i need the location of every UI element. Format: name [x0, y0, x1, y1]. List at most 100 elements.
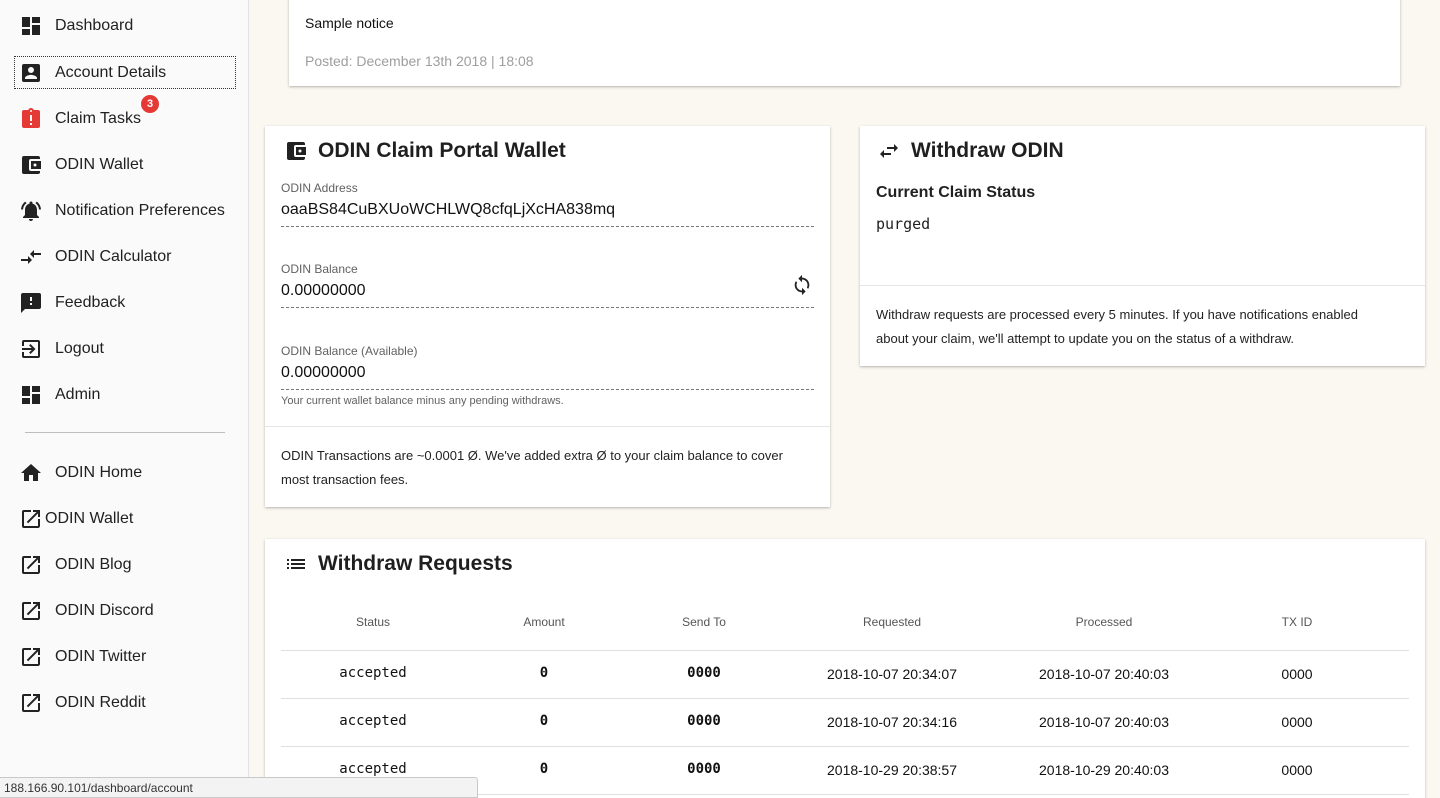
- withdraw-card: Withdraw ODIN Current Claim Status purge…: [860, 126, 1425, 366]
- sidebar-item-dashboard[interactable]: Dashboard: [15, 10, 235, 41]
- table-row-divider: [281, 746, 1409, 747]
- cell-status: accepted: [339, 665, 407, 681]
- sidebar-item-claim-tasks[interactable]: Claim Tasks 3: [15, 93, 235, 134]
- swap-arrows-icon: [877, 139, 911, 163]
- cell-amount: 0: [539, 713, 549, 729]
- dashboard-icon: [18, 13, 44, 39]
- cell-tx-id: 0000: [1281, 714, 1313, 730]
- wallet-icon: [18, 152, 44, 178]
- column-header-requested[interactable]: Requested: [863, 615, 921, 629]
- sidebar-item-feedback[interactable]: Feedback: [15, 287, 235, 318]
- wallet-card: ODIN Claim Portal Wallet ODIN Address oa…: [265, 126, 830, 507]
- sidebar-item-admin[interactable]: Admin: [15, 379, 235, 410]
- cell-status: accepted: [339, 713, 407, 729]
- claim-tasks-badge: 3: [139, 93, 161, 115]
- withdraw-footer-line-1: Withdraw requests are processed every 5 …: [876, 307, 1358, 322]
- odin-balance-field[interactable]: 0.00000000: [281, 282, 366, 300]
- odin-balance-underline: [281, 307, 814, 308]
- sidebar-link-label: ODIN Wallet: [45, 509, 134, 527]
- sidebar-link-odin-wallet[interactable]: ODIN Wallet: [15, 503, 235, 534]
- withdraw-title-text: Withdraw ODIN: [911, 139, 1064, 162]
- column-header-status[interactable]: Status: [356, 615, 390, 629]
- exit-icon: [18, 336, 44, 362]
- cell-tx-id: 0000: [1281, 762, 1313, 778]
- column-header-send-to[interactable]: Send To: [682, 615, 726, 629]
- withdraw-footer-text: Withdraw requests are processed every 5 …: [876, 303, 1358, 351]
- sidebar-link-odin-blog[interactable]: ODIN Blog: [15, 549, 235, 580]
- sidebar-item-label: Notification Preferences: [55, 201, 225, 219]
- notice-card: Sample notice Posted: December 13th 2018…: [289, 0, 1400, 86]
- column-header-tx-id[interactable]: TX ID: [1282, 615, 1313, 629]
- sidebar-item-label: Feedback: [55, 293, 126, 311]
- column-header-processed[interactable]: Processed: [1076, 615, 1133, 629]
- sidebar-link-label: ODIN Reddit: [55, 693, 146, 711]
- sidebar-item-odin-wallet[interactable]: ODIN Wallet: [15, 149, 235, 180]
- refresh-icon[interactable]: [791, 274, 813, 296]
- table-row-divider: [281, 698, 1409, 699]
- claim-status-value: purged: [876, 215, 931, 233]
- bell-ring-icon: [18, 198, 44, 224]
- sidebar-item-notification-preferences[interactable]: Notification Preferences: [15, 195, 235, 226]
- cell-send-to: 0000: [687, 665, 721, 681]
- wallet-title-text: ODIN Claim Portal Wallet: [318, 139, 566, 162]
- sidebar-link-label: ODIN Discord: [55, 601, 154, 619]
- cell-send-to: 0000: [687, 713, 721, 729]
- cell-processed: 2018-10-07 20:40:03: [1039, 666, 1169, 682]
- cell-tx-id: 0000: [1281, 666, 1313, 682]
- sidebar-divider: [25, 432, 225, 433]
- withdraw-card-title: Withdraw ODIN: [877, 139, 1064, 163]
- dashboard-icon: [18, 382, 44, 408]
- cell-processed: 2018-10-07 20:40:03: [1039, 714, 1169, 730]
- account-box-icon: [18, 60, 44, 86]
- odin-balance-available-label: ODIN Balance (Available): [281, 344, 418, 358]
- sidebar-link-odin-home[interactable]: ODIN Home: [15, 457, 235, 488]
- odin-balance-available-field[interactable]: 0.00000000: [281, 364, 366, 382]
- cell-status: accepted: [339, 761, 407, 777]
- wallet-card-divider: [265, 426, 830, 427]
- feedback-icon: [18, 290, 44, 316]
- cell-requested: 2018-10-29 20:38:57: [827, 762, 957, 778]
- odin-address-field[interactable]: oaaBS84CuBXUoWCHLWQ8cfqLjXcHA838mq: [281, 201, 615, 219]
- sidebar-item-label: ODIN Calculator: [55, 247, 172, 265]
- sidebar: Dashboard Account Details Claim Tasks 3 …: [0, 0, 249, 798]
- external-link-icon: [18, 506, 44, 532]
- sidebar-item-logout[interactable]: Logout: [15, 333, 235, 364]
- odin-address-label: ODIN Address: [281, 181, 358, 195]
- column-header-amount[interactable]: Amount: [523, 615, 564, 629]
- sidebar-link-label: ODIN Blog: [55, 555, 132, 573]
- withdraw-requests-title: Withdraw Requests: [284, 552, 513, 576]
- external-link-icon: [18, 598, 44, 624]
- external-link-icon: [18, 552, 44, 578]
- cell-processed: 2018-10-29 20:40:03: [1039, 762, 1169, 778]
- cell-send-to: 0000: [687, 761, 721, 777]
- list-icon: [284, 552, 318, 576]
- wallet-footer-text: ODIN Transactions are ~0.0001 Ø. We've a…: [281, 444, 783, 492]
- cell-amount: 0: [539, 665, 549, 681]
- sidebar-item-account-details[interactable]: Account Details: [14, 56, 236, 89]
- withdraw-footer-line-2: about your claim, we'll attempt to updat…: [876, 331, 1294, 346]
- cell-requested: 2018-10-07 20:34:07: [827, 666, 957, 682]
- cell-amount: 0: [539, 761, 549, 777]
- sidebar-link-odin-discord[interactable]: ODIN Discord: [15, 595, 235, 626]
- odin-address-underline: [281, 226, 814, 227]
- clipboard-alert-icon: [18, 106, 44, 132]
- available-balance-hint: Your current wallet balance minus any pe…: [281, 395, 564, 407]
- wallet-footer-line-2: most transaction fees.: [281, 472, 409, 487]
- sidebar-link-label: ODIN Home: [55, 463, 143, 481]
- sidebar-item-label: Dashboard: [55, 16, 134, 34]
- table-header-divider: [281, 650, 1409, 651]
- wallet-footer-line-1: ODIN Transactions are ~0.0001 Ø. We've a…: [281, 448, 783, 463]
- withdraw-requests-title-text: Withdraw Requests: [318, 552, 513, 575]
- sidebar-item-label: Account Details: [55, 63, 167, 81]
- sidebar-item-label: ODIN Wallet: [55, 155, 144, 173]
- external-link-icon: [18, 690, 44, 716]
- sidebar-link-odin-twitter[interactable]: ODIN Twitter: [15, 641, 235, 672]
- sidebar-link-label: ODIN Twitter: [55, 647, 147, 665]
- odin-balance-label: ODIN Balance: [281, 262, 358, 276]
- notice-text: Sample notice: [305, 15, 394, 31]
- sidebar-link-odin-reddit[interactable]: ODIN Reddit: [15, 687, 235, 718]
- claim-status-heading: Current Claim Status: [876, 184, 1036, 201]
- sidebar-item-odin-calculator[interactable]: ODIN Calculator: [15, 241, 235, 272]
- wallet-icon: [284, 139, 318, 163]
- odin-balance-available-underline: [281, 389, 814, 390]
